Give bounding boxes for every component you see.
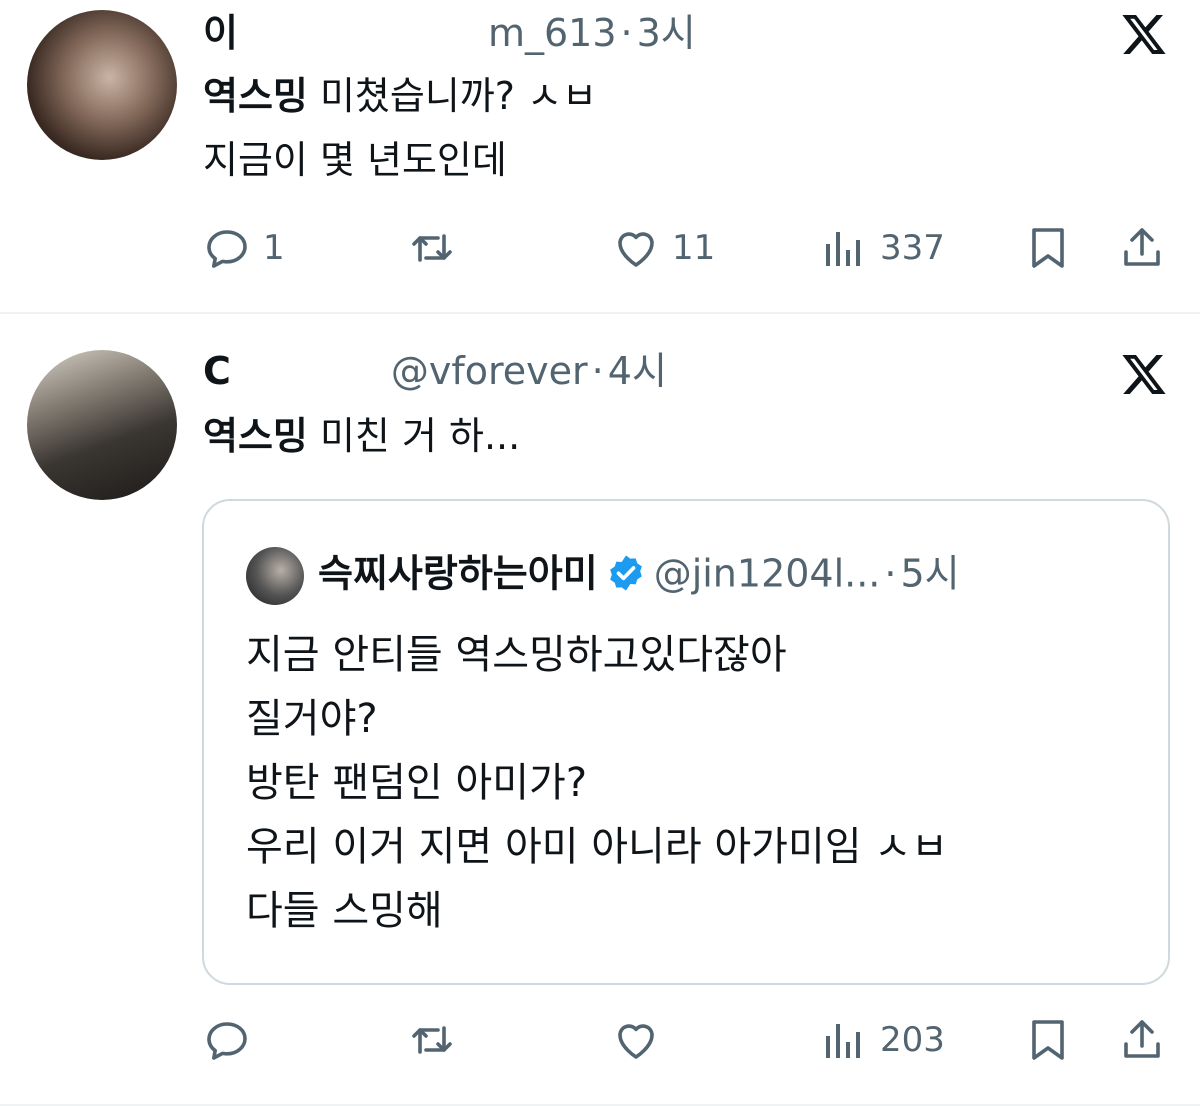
bookmark-icon <box>1024 1016 1072 1064</box>
like-count: 11 <box>672 228 716 268</box>
views-icon <box>820 224 868 272</box>
tweet-1[interactable]: 이 m_613 · 3시 역스밍 미쳤습니까? ㅅㅂ 지금이 몇 년도인데 1 11 3… <box>0 0 1200 312</box>
quoted-tweet[interactable]: 슥찌사랑하는아미 @jin1204l... · 5시 지금 안티들 역스밍하고있다잖아… <box>202 499 1170 985</box>
views-icon <box>820 1016 868 1064</box>
view-count: 203 <box>880 1020 945 1060</box>
tweet-keyword[interactable]: 역스밍 <box>203 414 308 458</box>
tweet-text-line2: 지금이 몇 년도인데 <box>203 138 507 182</box>
quoted-display-name[interactable]: 슥찌사랑하는아미 <box>318 552 598 596</box>
avatar[interactable] <box>27 350 177 500</box>
share-icon <box>1118 1016 1166 1064</box>
quoted-avatar[interactable] <box>246 547 304 605</box>
quoted-text: 지금 안티들 역스밍하고있다잖아 질거야? 방탄 팬덤인 아미가? 우리 이거 … <box>246 632 948 934</box>
share-button[interactable] <box>1118 1010 1166 1070</box>
display-name[interactable]: C <box>203 349 231 393</box>
retweet-icon <box>408 1016 456 1064</box>
retweet-icon <box>408 224 456 272</box>
separator-dot: · <box>591 349 604 393</box>
retweet-button[interactable] <box>408 1010 456 1070</box>
tweet-header: C @vforever · 4시 <box>203 352 667 390</box>
tweet-text-rest: 미쳤습니까? ㅅㅂ <box>307 74 597 118</box>
tweet-keyword[interactable]: 역스밍 <box>203 74 308 118</box>
views-button[interactable]: 337 <box>820 218 945 278</box>
view-count: 337 <box>880 228 945 268</box>
reply-button[interactable] <box>203 1010 251 1070</box>
heart-icon <box>612 224 660 272</box>
timestamp[interactable]: 4시 <box>608 349 667 393</box>
bookmark-icon <box>1024 224 1072 272</box>
share-button[interactable] <box>1118 218 1166 278</box>
tweet-header: 이 m_613 · 3시 <box>203 14 696 52</box>
separator-dot: · <box>620 11 633 55</box>
reply-icon <box>203 1016 251 1064</box>
reply-button[interactable]: 1 <box>203 218 285 278</box>
share-icon <box>1118 224 1166 272</box>
heart-icon <box>612 1016 660 1064</box>
separator-dot: · <box>884 551 897 596</box>
quoted-header: 슥찌사랑하는아미 @jin1204l... · 5시 <box>318 553 960 599</box>
verified-badge-icon <box>609 555 642 591</box>
avatar[interactable] <box>27 10 177 160</box>
tweet-text: 역스밍 미쳤습니까? ㅅㅂ 지금이 몇 년도인데 <box>203 64 597 192</box>
x-logo-icon <box>1120 350 1168 398</box>
views-button[interactable]: 203 <box>820 1010 945 1070</box>
timestamp[interactable]: 3시 <box>637 11 696 55</box>
x-logo-icon <box>1120 10 1168 58</box>
bookmark-button[interactable] <box>1024 1010 1072 1070</box>
tweet-text: 역스밍 미친 거 하... <box>203 404 520 468</box>
reply-icon <box>203 224 251 272</box>
reply-count: 1 <box>263 228 285 268</box>
handle[interactable]: m_613 <box>488 11 617 55</box>
handle[interactable]: @vforever <box>391 349 588 393</box>
action-bar: 1 11 337 <box>0 218 1200 278</box>
like-button[interactable] <box>612 1010 660 1070</box>
like-button[interactable]: 11 <box>612 218 715 278</box>
tweet-2[interactable]: C @vforever · 4시 역스밍 미친 거 하... 슥찌사랑하는아미 @jin… <box>0 316 1200 1106</box>
retweet-button[interactable] <box>408 218 456 278</box>
display-name[interactable]: 이 <box>203 11 238 55</box>
quoted-handle[interactable]: @jin1204l... <box>654 552 881 596</box>
quoted-timestamp[interactable]: 5시 <box>900 552 959 596</box>
bookmark-button[interactable] <box>1024 218 1072 278</box>
action-bar: 203 <box>0 1010 1200 1070</box>
tweet-text-rest: 미친 거 하... <box>307 414 521 458</box>
divider <box>0 312 1200 314</box>
